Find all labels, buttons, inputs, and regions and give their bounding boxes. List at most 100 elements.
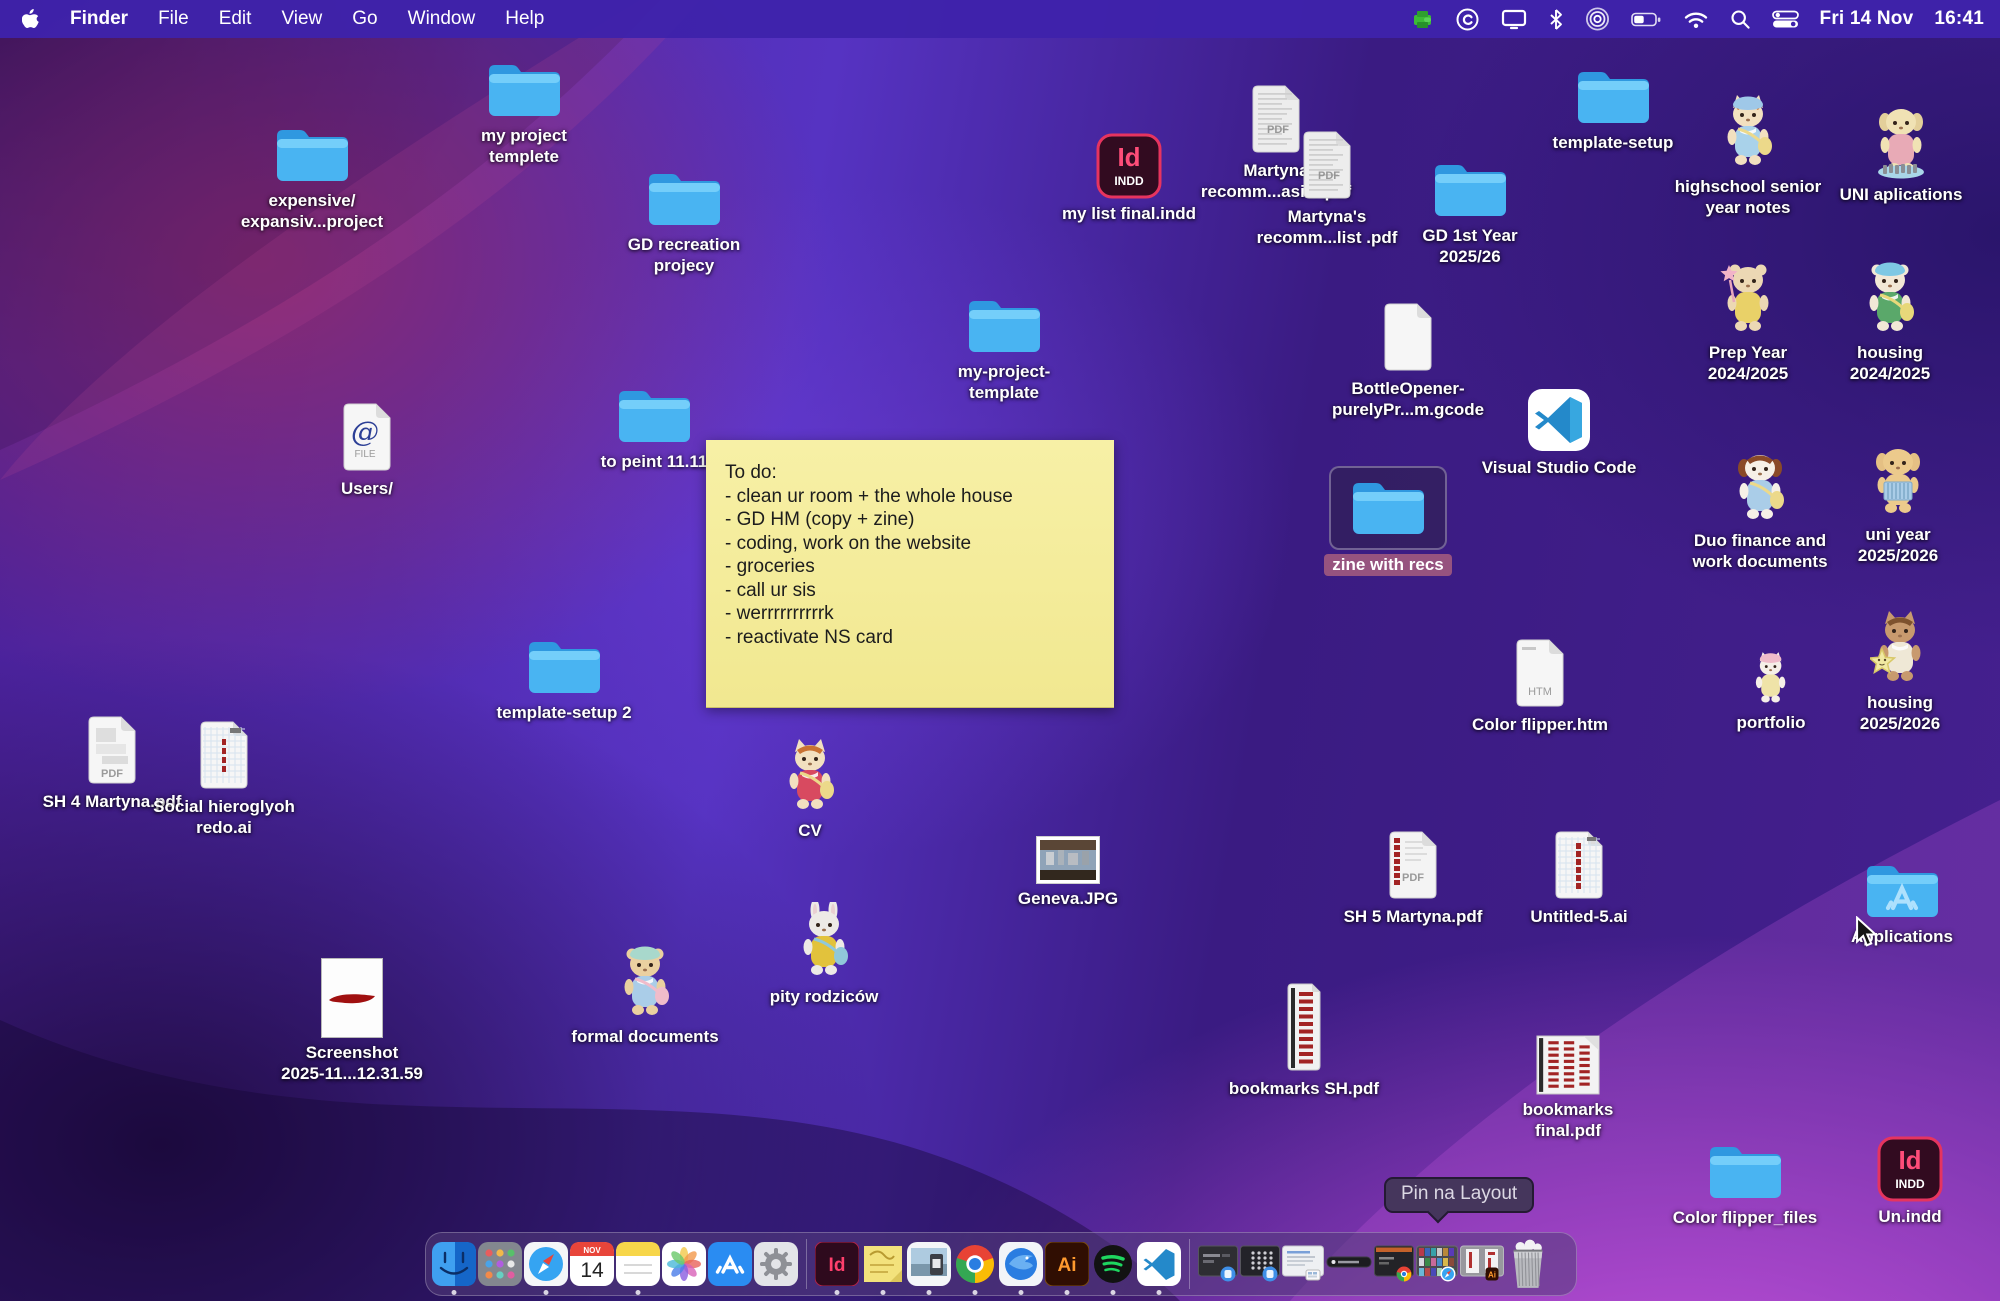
desktop-icon-my-project-template[interactable]: my-project- template (899, 293, 1109, 403)
minimized-window-grayai[interactable]: Ai (1460, 1244, 1504, 1284)
menu-item-view[interactable]: View (266, 8, 337, 30)
desktop-icon-expensive-expansiv-project[interactable]: expensive/ expansiv...project (207, 122, 417, 232)
desktop-icon-users[interactable]: @FILEUsers/ (262, 400, 472, 500)
folder-icon (613, 383, 695, 447)
dock-app-stickies[interactable] (861, 1242, 905, 1286)
dock-app-settings[interactable] (754, 1242, 798, 1286)
green-utility-menu-icon[interactable] (1411, 9, 1434, 30)
desktop-icon-pity-rodziców[interactable]: pity rodziców (719, 902, 929, 1008)
svg-text:14: 14 (580, 1259, 604, 1282)
screenshot-icon (321, 958, 383, 1038)
dock-tooltip-text: Pin na Layout (1401, 1183, 1517, 1204)
battery-menu-icon[interactable] (1631, 11, 1662, 28)
menu-item-file[interactable]: File (143, 8, 204, 30)
desktop-icon-label: Color flipper.htm (1472, 715, 1608, 736)
menu-bar-right: Fri 14 Nov 16:41 (1411, 7, 1984, 32)
macos-desktop: FinderFileEditViewGoWindowHelp Fri 14 No… (0, 0, 2000, 1301)
desktop-icon-untitled-5-ai[interactable]: Untitled-5.ai (1474, 828, 1684, 928)
dock-app-chrome[interactable] (953, 1242, 997, 1286)
dock-app-appstore[interactable] (708, 1242, 752, 1286)
desktop-icon-bookmarks-final-pdf[interactable]: bookmarks final.pdf (1463, 1035, 1673, 1141)
minimized-window-white[interactable] (1282, 1244, 1324, 1284)
desktop-icon-label-text: template-setup 2 (496, 703, 631, 722)
svg-text:@: @ (351, 415, 379, 448)
sticky-note-line: - reactivate NS card (725, 626, 1096, 650)
desktop-icon-social-hieroglyoh-redo-ai[interactable]: Social hieroglyoh redo.ai (119, 718, 329, 838)
wifi-menu-icon[interactable] (1683, 10, 1709, 29)
desktop-icon-label-text: expensive/ expansiv...project (241, 191, 383, 231)
desktop-icon-label: uni year 2025/2026 (1858, 525, 1938, 566)
desktop-icon-un-indd[interactable]: IdINDDUn.indd (1805, 1136, 2000, 1228)
dock-app-calendar[interactable]: NOV14 (570, 1242, 614, 1286)
dock-app-vscode[interactable] (1137, 1242, 1181, 1286)
dock-app-illustrator[interactable]: Ai (1045, 1242, 1089, 1286)
minimized-window-bar[interactable] (1326, 1244, 1372, 1284)
trash-icon[interactable] (1506, 1237, 1550, 1291)
bluetooth-menu-icon[interactable] (1548, 8, 1564, 31)
desktop-icon-label: housing 2025/2026 (1860, 693, 1940, 734)
running-indicator (1019, 1290, 1024, 1295)
desktop-icon-visual-studio-code[interactable]: Visual Studio Code (1454, 387, 1664, 479)
dock-app-indesign[interactable]: Id (815, 1242, 859, 1286)
running-indicator (835, 1290, 840, 1295)
dock-app-thunderbird[interactable] (999, 1242, 1043, 1286)
desktop-icon-gd-1st-year-2025-26[interactable]: GD 1st Year 2025/26 (1365, 157, 1575, 267)
svg-text:PDF: PDF (1402, 872, 1424, 884)
sticky-note[interactable]: To do:- clean ur room + the whole house-… (706, 440, 1114, 708)
figHamsterStar-icon (1718, 258, 1778, 338)
desktop-icon-template-setup-2[interactable]: template-setup 2 (459, 634, 669, 724)
desktop-icon-my-project-templete[interactable]: my project templete (419, 57, 629, 167)
folder-icon (643, 166, 725, 230)
menu-item-go[interactable]: Go (337, 8, 392, 30)
apple-menu-icon[interactable] (22, 9, 39, 30)
sticky-note-line: - groceries (725, 555, 1096, 579)
airdrop-scan-menu-icon[interactable] (1585, 7, 1610, 31)
control-center-menu-icon[interactable] (1772, 10, 1799, 29)
desktop-icon-color-flipper-htm[interactable]: HTM Color flipper.htm (1435, 636, 1645, 736)
menu-item-edit[interactable]: Edit (204, 8, 267, 30)
desktop-icon-label: housing 2024/2025 (1850, 343, 1930, 384)
dock-app-spotify[interactable] (1091, 1242, 1135, 1286)
dock-app-preview[interactable] (907, 1242, 951, 1286)
dock-app-launchpad[interactable] (478, 1242, 522, 1286)
desktop-icon-bookmarks-sh-pdf[interactable]: bookmarks SH.pdf (1199, 982, 1409, 1100)
desktop-icon-label-text: Color flipper.htm (1472, 715, 1608, 734)
sticky-note-line: - GD HM (copy + zine) (725, 508, 1096, 532)
desktop-icon-housing-2025-2026[interactable]: housing 2025/2026 (1795, 608, 2000, 734)
sticky-note-line: - werrrrrrrrrrk (725, 602, 1096, 626)
dock-app-finder[interactable] (432, 1242, 476, 1286)
desktop-icon-applications[interactable]: Applications (1797, 858, 2000, 948)
desktop-icon-zine-with-recs[interactable]: zine with recs (1283, 466, 1493, 576)
minimized-window-dark[interactable] (1198, 1244, 1238, 1284)
minimized-window-posters[interactable] (1416, 1244, 1458, 1284)
menu-item-help[interactable]: Help (490, 8, 559, 30)
vscode-icon (1526, 387, 1592, 453)
desktop-icon-screenshot-2025-11-12-31-59[interactable]: Screenshot 2025-11...12.31.59 (247, 958, 457, 1084)
menu-item-window[interactable]: Window (393, 8, 491, 30)
desktop-icon-geneva-jpg[interactable]: Geneva.JPG (963, 836, 1173, 910)
menu-item-finder[interactable]: Finder (55, 8, 143, 30)
dock-app-notes[interactable] (616, 1242, 660, 1286)
creative-cloud-menu-icon[interactable] (1455, 7, 1480, 32)
desktop-icon-cv[interactable]: CV (705, 736, 915, 842)
minimized-window-chromewin[interactable] (1374, 1244, 1414, 1284)
desktop-icon-label-text: zine with recs (1324, 554, 1451, 576)
desktop-icon-formal-documents[interactable]: formal documents (540, 942, 750, 1048)
menu-bar: FinderFileEditViewGoWindowHelp Fri 14 No… (0, 0, 2000, 38)
menu-date[interactable]: Fri 14 Nov (1820, 8, 1914, 30)
dock-app-safari[interactable] (524, 1242, 568, 1286)
desktop-icon-label-text: housing 2024/2025 (1850, 343, 1930, 383)
desktop-icon-gd-recreation-projecy[interactable]: GD recreation projecy (579, 166, 789, 276)
mouse-cursor (1853, 916, 1879, 953)
desktop-icon-uni-aplications[interactable]: UNI aplications (1796, 100, 2000, 206)
aigrid-icon (196, 718, 252, 792)
desktop-icon-uni-year-2025-2026[interactable]: uni year 2025/2026 (1793, 440, 2000, 566)
minimized-window-grid[interactable] (1240, 1244, 1280, 1284)
menu-clock[interactable]: 16:41 (1934, 8, 1984, 30)
display-menu-icon[interactable] (1501, 9, 1527, 30)
svg-text:HTM: HTM (1528, 686, 1552, 698)
dock-app-photos[interactable] (662, 1242, 706, 1286)
desktop-icon-housing-2024-2025[interactable]: housing 2024/2025 (1785, 258, 1995, 384)
figPoodle-icon (1868, 440, 1928, 520)
spotlight-search-menu-icon[interactable] (1730, 9, 1751, 30)
